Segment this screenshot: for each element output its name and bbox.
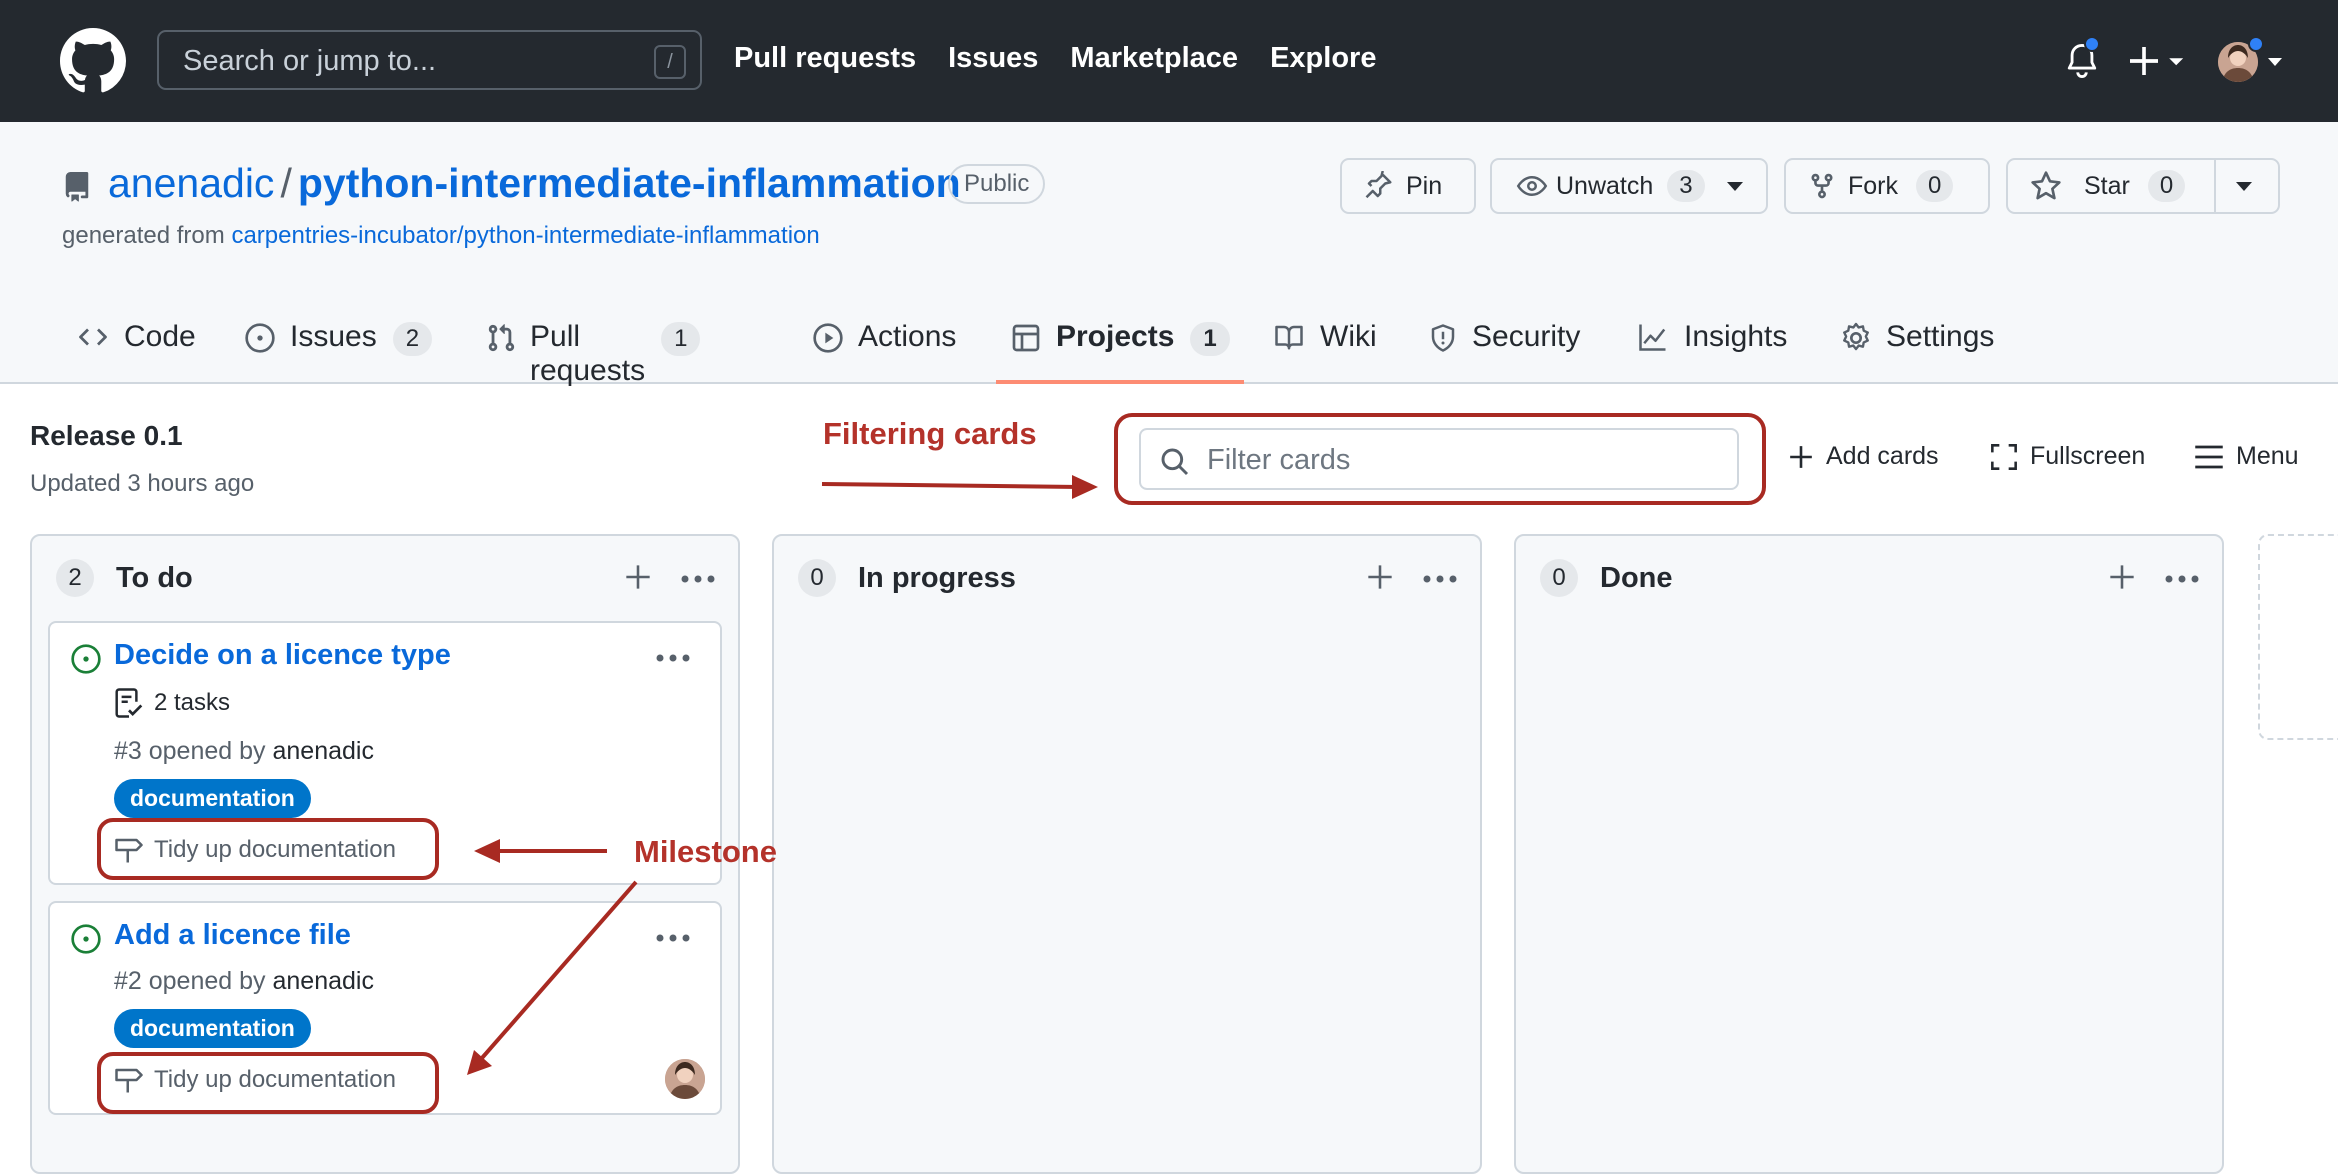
- annotation-arrows: [467, 475, 1098, 1075]
- filter-annotation-arrow: [821, 475, 1098, 499]
- milestone-annotation-arrow-bottom: [467, 880, 638, 1075]
- milestone-annotation-arrow-top: [474, 839, 607, 863]
